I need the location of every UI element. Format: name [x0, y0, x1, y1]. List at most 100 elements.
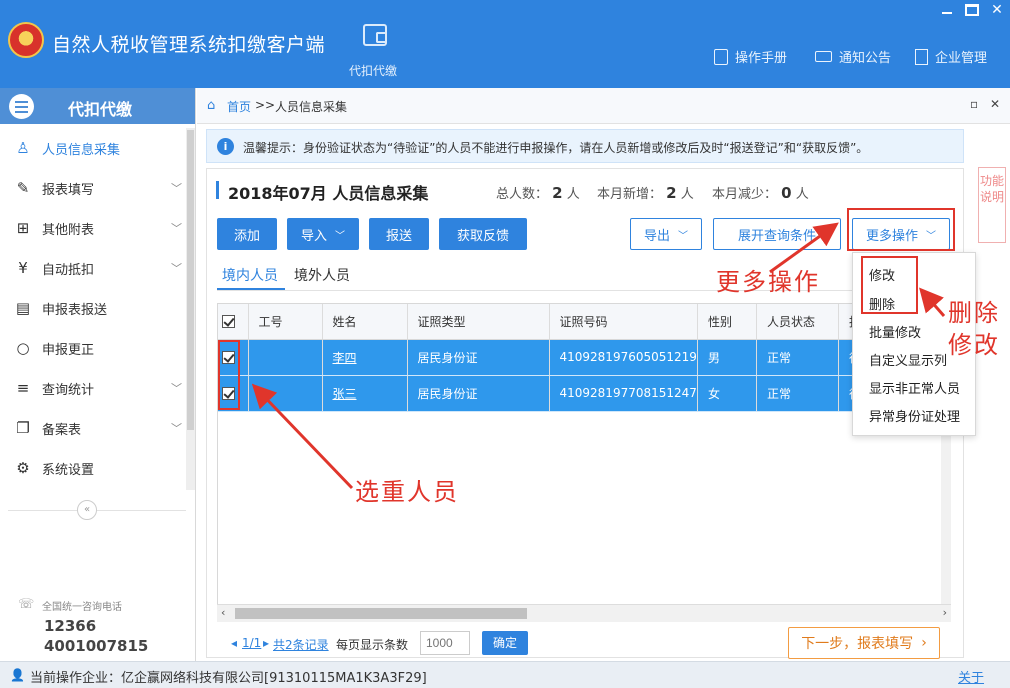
column-header[interactable]: 性别: [697, 304, 757, 340]
breadcrumb-separator: >>: [255, 98, 276, 112]
sidebar-scrollbar[interactable]: [186, 128, 195, 490]
annotation-delete: 删除: [948, 299, 1000, 327]
collapse-sidebar-button[interactable]: «: [77, 500, 97, 520]
stat-added: 本月新增： 2 人: [597, 184, 694, 202]
annotation-select: 选重人员: [355, 478, 459, 506]
module-label[interactable]: 代扣代缴: [349, 62, 397, 79]
about-link[interactable]: 关于: [958, 667, 984, 686]
user-icon: 👤: [10, 668, 25, 682]
prev-page-icon[interactable]: ◂: [231, 636, 237, 650]
tab-divider: [217, 290, 953, 291]
page-title: 2018年07月 人员信息采集: [228, 184, 429, 203]
tab-domestic[interactable]: 境内人员: [222, 265, 278, 285]
cell-id: [248, 375, 323, 412]
annotation-box: [218, 340, 240, 410]
sidebar-item-filing[interactable]: ❐ 备案表 ﹀: [0, 408, 186, 448]
cell-doc-no: 410928197708151247: [549, 375, 698, 412]
sidebar-item-report-fill[interactable]: ✎ 报表填写 ﹀: [0, 168, 186, 208]
table-horizontal-scrollbar[interactable]: ‹ ›: [217, 604, 951, 622]
chevron-down-icon: ﹀: [335, 230, 345, 242]
column-header[interactable]: 证照类型: [407, 304, 550, 340]
menu-icon[interactable]: [9, 94, 34, 119]
sidebar-item-query-stats[interactable]: ≡ 查询统计 ﹀: [0, 368, 186, 408]
cell-gender: 女: [697, 375, 757, 412]
table-row[interactable]: 张三 居民身份证 410928197708151247 女 正常 待: [218, 375, 899, 412]
title-bar: 自然人税收管理系统扣缴客户端 代扣代缴 操作手册 通知公告 企业管理 ✕: [0, 0, 1010, 88]
page-size-input[interactable]: [420, 631, 470, 655]
app-title: 自然人税收管理系统扣缴客户端: [52, 34, 326, 56]
chevron-down-icon: ﹀: [171, 262, 182, 275]
column-header[interactable]: 工号: [248, 304, 323, 340]
sidebar-title: 代扣代缴: [68, 100, 133, 119]
select-all-cell[interactable]: [218, 304, 249, 340]
search-correct-icon: ○: [16, 339, 30, 357]
export-button[interactable]: 导出 ﹀: [630, 218, 702, 250]
mail-icon: [815, 51, 832, 62]
menu-item-batch-modify[interactable]: 批量修改: [869, 322, 921, 341]
sidebar-item-report-submit[interactable]: ▤ 申报表报送: [0, 288, 186, 328]
submit-button[interactable]: 报送: [369, 218, 429, 250]
company-manage-link[interactable]: 企业管理: [915, 47, 987, 66]
help-tab[interactable]: 功能说明: [978, 167, 1006, 243]
sidebar-item-report-correct[interactable]: ○ 申报更正: [0, 328, 186, 368]
record-count[interactable]: 共2条记录: [273, 636, 329, 653]
chevron-down-icon: ﹀: [171, 182, 182, 195]
stat-removed: 本月减少： 0 人: [712, 184, 809, 202]
annotation-box: [861, 256, 918, 314]
person-table: 工号 姓名 证照类型 证照号码 性别 人员状态 报 李四 居民身份证 41092…: [217, 303, 951, 606]
name-link[interactable]: 李四: [333, 351, 357, 365]
add-button[interactable]: 添加: [217, 218, 277, 250]
annotation-modify: 修改: [948, 331, 1000, 359]
edit-icon: ✎: [16, 179, 30, 197]
stat-total: 总人数： 2 人: [496, 184, 580, 202]
scroll-thumb[interactable]: [235, 608, 527, 619]
chevron-down-icon: ﹀: [678, 230, 688, 242]
confirm-button[interactable]: 确定: [482, 631, 528, 655]
chevron-down-icon: ﹀: [171, 222, 182, 235]
chevron-right-icon: ›: [921, 635, 927, 651]
tab-foreign[interactable]: 境外人员: [294, 265, 350, 285]
close-button[interactable]: ✕: [990, 3, 1004, 17]
feedback-button[interactable]: 获取反馈: [439, 218, 527, 250]
close-tab-icon[interactable]: ✕: [990, 97, 1000, 111]
sidebar-item-person-info[interactable]: ♙ 人员信息采集: [0, 128, 186, 168]
table-row[interactable]: 李四 居民身份证 410928197605051219 男 正常 待: [218, 339, 899, 376]
menu-item-show-abnormal[interactable]: 显示非正常人员: [869, 378, 960, 397]
maximize-button[interactable]: [965, 4, 979, 16]
phone-icon: ☏: [18, 597, 35, 612]
chevron-down-icon: ﹀: [171, 382, 182, 395]
scroll-right-icon[interactable]: ›: [943, 606, 947, 619]
column-header[interactable]: 证照号码: [549, 304, 698, 340]
breadcrumb: ⌂ 首页 >> 人员信息采集 ▫ ✕: [197, 88, 1010, 124]
column-header[interactable]: 人员状态: [756, 304, 839, 340]
breadcrumb-home[interactable]: 首页: [227, 98, 251, 115]
building-icon: [915, 48, 928, 65]
expand-query-button[interactable]: 展开查询条件: [713, 218, 841, 250]
national-emblem-icon: [8, 22, 44, 58]
notice-link[interactable]: 通知公告: [815, 47, 891, 66]
sidebar: 代扣代缴 ♙ 人员信息采集 ✎ 报表填写 ﹀ ⊞ 其他附表 ﹀ ¥ 自动抵扣 ﹀ ▤ 申报表报送…: [0, 88, 196, 661]
sidebar-item-settings[interactable]: ⚙ 系统设置: [0, 448, 186, 488]
wallet-icon[interactable]: [363, 24, 387, 46]
sidebar-item-auto-deduct[interactable]: ¥ 自动抵扣 ﹀: [0, 248, 186, 288]
home-icon[interactable]: ⌂: [207, 98, 221, 113]
grid-icon: ⊞: [16, 219, 30, 237]
cell-name[interactable]: 张三: [322, 375, 408, 412]
minimize-button[interactable]: [940, 4, 954, 16]
sidebar-item-other-tables[interactable]: ⊞ 其他附表 ﹀: [0, 208, 186, 248]
cell-name[interactable]: 李四: [322, 339, 408, 376]
restore-icon[interactable]: ▫: [970, 97, 978, 111]
name-link[interactable]: 张三: [333, 387, 357, 401]
cell-gender: 男: [697, 339, 757, 376]
menu-item-abnormal-id[interactable]: 异常身份证处理: [869, 406, 960, 425]
menu-item-custom-columns[interactable]: 自定义显示列: [869, 350, 947, 369]
import-button[interactable]: 导入 ﹀: [287, 218, 359, 250]
next-page-icon[interactable]: ▸: [263, 636, 269, 650]
select-all-checkbox[interactable]: [222, 315, 235, 329]
annotation-box: [847, 208, 955, 251]
column-header[interactable]: 姓名: [322, 304, 408, 340]
next-step-button[interactable]: 下一步，报表填写 ›: [788, 627, 940, 659]
manual-link[interactable]: 操作手册: [714, 47, 787, 66]
scroll-left-icon[interactable]: ‹: [221, 606, 225, 619]
page-indicator[interactable]: 1/1: [242, 636, 261, 650]
